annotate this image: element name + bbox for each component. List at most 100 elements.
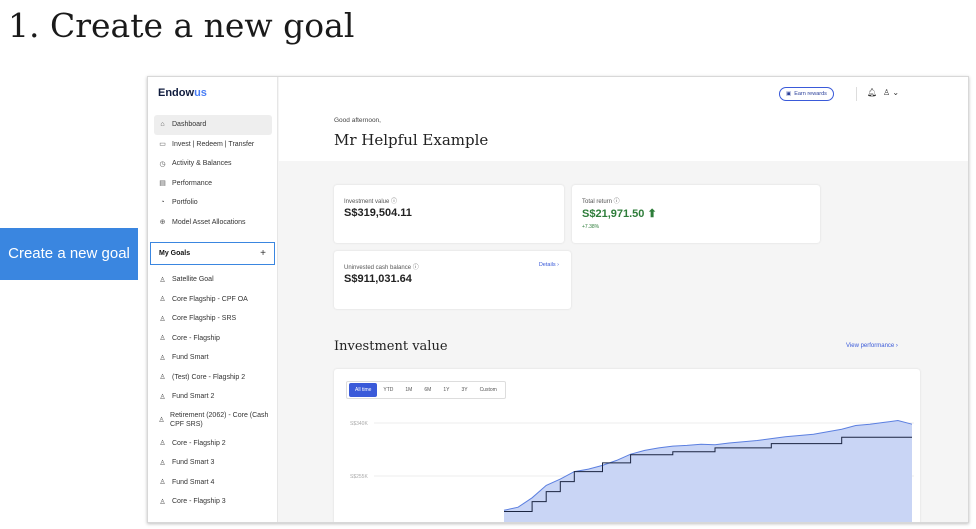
cash-balance-card: Uninvested cash balance ⓘ Details › S$91… bbox=[334, 251, 571, 309]
sidebar-item-model-allocations[interactable]: ⊕ Model Asset Allocations bbox=[154, 213, 272, 233]
goal-label: Fund Smart 2 bbox=[172, 393, 215, 401]
logo-text: Endow bbox=[158, 87, 195, 99]
range-selector: All time YTD 1M 6M 1Y 3Y Custom bbox=[346, 381, 506, 399]
goal-icon: ♙ bbox=[159, 498, 166, 506]
range-1m[interactable]: 1M bbox=[399, 383, 418, 397]
goal-label: (Test) Core - Flagship 2 bbox=[172, 373, 246, 381]
goal-label: Satellite Goal bbox=[172, 276, 214, 284]
view-performance-link[interactable]: View performance › bbox=[846, 343, 898, 349]
user-name: Mr Helpful Example bbox=[334, 131, 489, 149]
earn-rewards-label: Earn rewards bbox=[794, 91, 827, 97]
cash-balance-label: Uninvested cash balance ⓘ bbox=[344, 265, 419, 271]
goal-label: Core Flagship - SRS bbox=[172, 315, 237, 323]
goal-icon: ♙ bbox=[159, 296, 166, 304]
goal-label: Core - Flagship 2 bbox=[172, 439, 226, 447]
pie-icon: ◔ bbox=[160, 199, 165, 207]
goal-item[interactable]: ♙ Core Flagship - SRS bbox=[154, 309, 274, 329]
goal-item[interactable]: ♙ Core - Flagship 2 bbox=[154, 434, 274, 454]
goal-label: Retirement (2062) - Core (Cash CPF SRS) bbox=[170, 412, 269, 428]
greeting-text: Good afternoon, bbox=[334, 117, 381, 124]
gift-icon: ▣ bbox=[786, 91, 792, 97]
goal-item[interactable]: ♙ (Test) Core - Flagship 2 bbox=[154, 368, 274, 388]
callout-label: Create a new goal bbox=[0, 228, 138, 280]
main-content: ▣ Earn rewards 🔔︎ ♙ ⌄ Good afternoon, Mr… bbox=[279, 77, 968, 522]
total-return-value: S$21,971.50 ⬆ bbox=[582, 208, 657, 220]
page-heading: 1. Create a new goal bbox=[8, 6, 355, 45]
goal-icon: ♙ bbox=[159, 315, 166, 323]
logo[interactable]: Endowus bbox=[158, 87, 207, 99]
logo-accent: us bbox=[194, 87, 207, 99]
y-tick-label: S$255K bbox=[350, 474, 368, 480]
earn-rewards-button[interactable]: ▣ Earn rewards bbox=[779, 87, 834, 101]
range-custom[interactable]: Custom bbox=[474, 383, 503, 397]
goal-label: Core Flagship - CPF OA bbox=[172, 295, 248, 303]
total-return-card: Total return ⓘ S$21,971.50 ⬆ +7.38% bbox=[572, 185, 820, 243]
sidebar-item-activity[interactable]: ◷ Activity & Balances bbox=[154, 154, 272, 174]
add-goal-button[interactable]: + bbox=[260, 248, 266, 259]
chevron-down-icon: ⌄ bbox=[892, 88, 900, 97]
allocation-icon: ⊕ bbox=[159, 219, 166, 227]
goal-item[interactable]: ♙ Satellite Goal bbox=[154, 270, 274, 290]
sidebar-item-label: Invest | Redeem | Transfer bbox=[172, 140, 255, 148]
goal-icon: ♙ bbox=[159, 354, 166, 362]
range-ytd[interactable]: YTD bbox=[377, 383, 399, 397]
goal-label: Fund Smart 3 bbox=[172, 459, 215, 467]
my-goals-title: My Goals bbox=[159, 250, 191, 257]
goal-item[interactable]: ♙ Retirement (2062) - Core (Cash CPF SRS) bbox=[154, 407, 274, 434]
range-1y[interactable]: 1Y bbox=[437, 383, 455, 397]
range-3y[interactable]: 3Y bbox=[455, 383, 473, 397]
chart-icon: ▤ bbox=[159, 180, 166, 188]
goal-icon: ♙ bbox=[159, 276, 166, 284]
investment-value: S$319,504.11 bbox=[344, 207, 412, 219]
chart-marks bbox=[503, 419, 913, 522]
goal-item[interactable]: ♙ Fund Smart bbox=[154, 348, 274, 368]
goal-label: Fund Smart 4 bbox=[172, 478, 215, 486]
investment-chart-card: All time YTD 1M 6M 1Y 3Y Custom S$340K S… bbox=[334, 369, 920, 522]
welcome-header: ▣ Earn rewards 🔔︎ ♙ ⌄ Good afternoon, Mr… bbox=[279, 77, 968, 161]
goal-item[interactable]: ♙ Core - Flagship bbox=[154, 329, 274, 349]
range-6m[interactable]: 6M bbox=[418, 383, 437, 397]
investment-value-card: Investment value ⓘ S$319,504.11 bbox=[334, 185, 564, 243]
my-goals-header[interactable]: My Goals + bbox=[150, 242, 275, 265]
sidebar-item-label: Portfolio bbox=[172, 199, 198, 207]
sidebar-item-dashboard[interactable]: ⌂ Dashboard bbox=[154, 115, 272, 135]
goal-item[interactable]: ♙ Fund Smart 2 bbox=[154, 387, 274, 407]
details-link[interactable]: Details › bbox=[539, 262, 559, 268]
home-icon: ⌂ bbox=[160, 121, 165, 129]
goal-icon: ♙ bbox=[159, 335, 166, 343]
user-menu-button[interactable]: ♙ ⌄ bbox=[883, 88, 899, 97]
app-screenshot: Endowus ⌂ Dashboard ▭ Invest | Redeem | … bbox=[147, 76, 969, 523]
investment-value-label: Investment value ⓘ bbox=[344, 199, 398, 205]
goals-list: ♙ Satellite Goal ♙ Core Flagship - CPF OA … bbox=[154, 270, 274, 512]
wallet-icon: ▭ bbox=[159, 141, 166, 149]
clock-icon: ◷ bbox=[159, 160, 166, 168]
range-all-time[interactable]: All time bbox=[349, 383, 378, 397]
goal-label: Core - Flagship bbox=[172, 334, 220, 342]
goal-label: Core - Flagship 3 bbox=[172, 498, 226, 506]
goal-icon: ♙ bbox=[159, 393, 166, 401]
goal-icon: ♙ bbox=[159, 374, 166, 382]
cash-balance-value: S$911,031.64 bbox=[344, 273, 412, 285]
sidebar-item-performance[interactable]: ▤ Performance bbox=[154, 174, 272, 194]
sidebar-item-label: Activity & Balances bbox=[172, 160, 232, 168]
total-return-label: Total return ⓘ bbox=[582, 199, 620, 205]
goal-icon: ♙ bbox=[159, 459, 166, 467]
goal-icon: ♙ bbox=[159, 479, 166, 487]
header-divider bbox=[856, 87, 857, 101]
goal-item[interactable]: ♙ Core - Flagship 3 bbox=[154, 492, 274, 512]
total-return-percent: +7.38% bbox=[582, 224, 600, 230]
goal-icon: ♙ bbox=[159, 440, 166, 448]
investment-chart: S$340K S$255K bbox=[350, 419, 914, 522]
goal-icon: ♙ bbox=[158, 417, 165, 424]
goal-item[interactable]: ♙ Fund Smart 3 bbox=[154, 453, 274, 473]
sidebar-item-portfolio[interactable]: ◔ Portfolio bbox=[154, 193, 272, 213]
section-title: Investment value bbox=[334, 339, 448, 354]
goal-label: Fund Smart bbox=[172, 354, 209, 362]
goal-item[interactable]: ♙ Fund Smart 4 bbox=[154, 473, 274, 493]
y-tick-label: S$340K bbox=[350, 421, 368, 427]
sidebar-item-invest[interactable]: ▭ Invest | Redeem | Transfer bbox=[154, 135, 272, 155]
bell-icon[interactable]: 🔔︎ bbox=[867, 88, 877, 97]
sidebar-nav: ⌂ Dashboard ▭ Invest | Redeem | Transfer… bbox=[154, 115, 272, 232]
series-area bbox=[504, 420, 912, 522]
goal-item[interactable]: ♙ Core Flagship - CPF OA bbox=[154, 290, 274, 310]
